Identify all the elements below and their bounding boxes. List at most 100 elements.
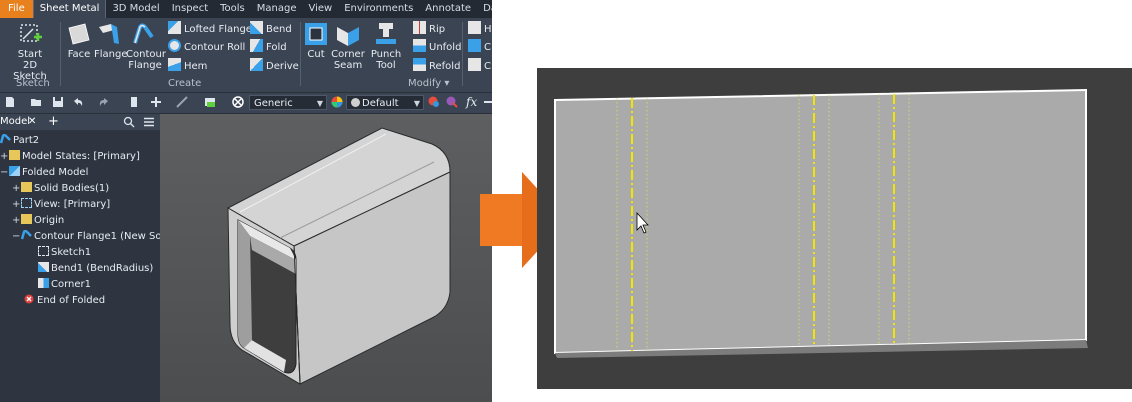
tab-data-standard[interactable]: Data Sta [477,0,492,18]
corner-seam-button[interactable]: Corner Seam [330,21,366,71]
tree-item-end-of-folded[interactable]: End of Folded [24,293,105,308]
tab-sheet-metal[interactable]: Sheet Metal [32,0,107,18]
tree-item-origin[interactable]: + Origin [12,213,64,228]
bend-button[interactable]: Bend [250,21,292,39]
menu-bar: File Sheet Metal 3D Model Inspect Tools … [0,0,492,18]
lofted-flange-icon [168,21,181,34]
update-icon[interactable] [128,96,140,108]
tree-item-corner1[interactable]: Corner1 [38,277,91,292]
start-2d-sketch-button[interactable]: Start 2D Sketch [6,21,54,82]
undo-icon[interactable] [72,96,84,108]
bend-icon [250,21,263,34]
graphics-viewport[interactable] [160,114,492,402]
material-select[interactable]: Generic ▼ [249,95,327,110]
collapse-minus-icon[interactable]: − [12,229,21,244]
save-icon[interactable] [52,96,64,108]
tab-tools[interactable]: Tools [214,0,251,18]
derive-label: Derive [266,61,299,72]
expand-plus-icon[interactable]: + [0,149,9,164]
cut-button[interactable]: Cut [302,21,330,60]
tree-item-view[interactable]: + View: [Primary] [12,197,110,212]
flange-button[interactable]: Flange [94,21,128,60]
open-folder-icon[interactable] [30,96,42,108]
expand-plus-icon[interactable]: + [12,181,21,196]
modify-group-label[interactable]: Modify ▾ [408,78,449,89]
punch-tool-button[interactable]: Punch Tool [368,21,404,71]
tree-item-folded-model[interactable]: − Folded Model [0,165,88,180]
hem-label: Hem [184,61,208,72]
face-icon [68,23,90,45]
ribbon-separator [462,22,463,86]
expand-plus-icon[interactable]: + [12,197,21,212]
ribbon-separator [300,22,301,86]
new-file-icon[interactable] [4,96,16,108]
lofted-flange-button[interactable]: Lofted Flange [168,21,252,39]
sketch-group-label: Sketch [16,78,50,89]
chevron-down-icon: ▼ [413,99,420,108]
unfold-button[interactable]: Unfold [413,39,461,57]
tab-file[interactable]: File [0,0,33,18]
flange-icon [99,24,119,44]
flat-pattern-viewport[interactable] [537,68,1132,389]
end-of-part-icon [24,294,34,304]
derive-button[interactable]: Derive [250,58,299,76]
select-icon[interactable] [150,96,162,108]
tab-3d-model[interactable]: 3D Model [106,0,165,18]
rip-button[interactable]: Rip [413,21,445,39]
partial-button-1[interactable]: H [468,21,492,39]
measure-icon[interactable] [176,96,188,108]
fold-label: Fold [266,42,287,53]
tree-item-contour-flange1[interactable]: −Contour Flange1 (New Solid x Th [12,229,160,244]
refold-label: Refold [429,61,461,72]
punch-tool-icon [376,23,396,44]
color-wheel-icon[interactable] [331,96,343,108]
tab-model[interactable]: Model [0,114,30,130]
appearance-select[interactable]: Default ▼ [346,95,424,110]
display-icon[interactable] [204,96,216,108]
folder-icon [21,214,32,224]
tree-item-bend1[interactable]: Bend1 (BendRadius) [38,261,153,276]
tab-annotate[interactable]: Annotate [419,0,477,18]
tree-item-solid-bodies[interactable]: + Solid Bodies(1) [12,181,109,196]
hamburger-menu-icon[interactable] [143,116,155,128]
model-browser: Model ✕ + Part2 + Model States: [Primary]… [0,114,160,402]
corner-seam-icon [337,27,359,46]
adjust-appearance-icon[interactable] [428,96,440,108]
material-value: Generic [254,98,293,109]
tab-view[interactable]: View [303,0,339,18]
parameters-button[interactable]: fx [466,95,477,109]
folder-icon [9,150,20,160]
add-tab-icon[interactable]: + [48,114,59,130]
ribbon-separator [60,22,61,86]
redo-icon[interactable] [98,96,110,108]
flange-label: Flange [94,49,128,60]
tab-environments[interactable]: Environments [338,0,419,18]
collapse-minus-icon[interactable]: − [0,165,9,180]
expand-plus-icon[interactable]: + [12,213,21,228]
hem-button[interactable]: Hem [168,58,207,76]
solid-bodies-icon [21,182,32,192]
clear-appearance-icon[interactable] [232,96,244,108]
contour-roll-button[interactable]: Contour Roll [168,39,245,57]
tree-item-part2[interactable]: Part2 [0,133,39,148]
face-button[interactable]: Face [64,21,94,60]
contour-flange-button[interactable]: Contour Flange [126,21,166,71]
partial-button-3[interactable]: C [468,58,491,76]
clear-override-icon[interactable] [446,96,458,108]
search-icon[interactable] [123,116,135,128]
appearance-value: Default [362,98,399,109]
cut-icon [305,23,327,45]
tree-item-sketch1[interactable]: Sketch1 [38,245,91,260]
expand-icon[interactable] [482,96,492,108]
refold-button[interactable]: Refold [413,58,460,76]
tab-manage[interactable]: Manage [251,0,303,18]
close-icon[interactable]: ✕ [28,114,36,130]
folded-model-icon [9,166,20,176]
tab-inspect[interactable]: Inspect [166,0,214,18]
fold-button[interactable]: Fold [250,39,287,57]
fold-icon [250,39,263,52]
unfold-label: Unfold [429,42,462,53]
contour-flange-icon [133,23,154,44]
partial-button-2[interactable]: C [468,39,491,57]
tree-item-model-states[interactable]: + Model States: [Primary] [0,149,140,164]
